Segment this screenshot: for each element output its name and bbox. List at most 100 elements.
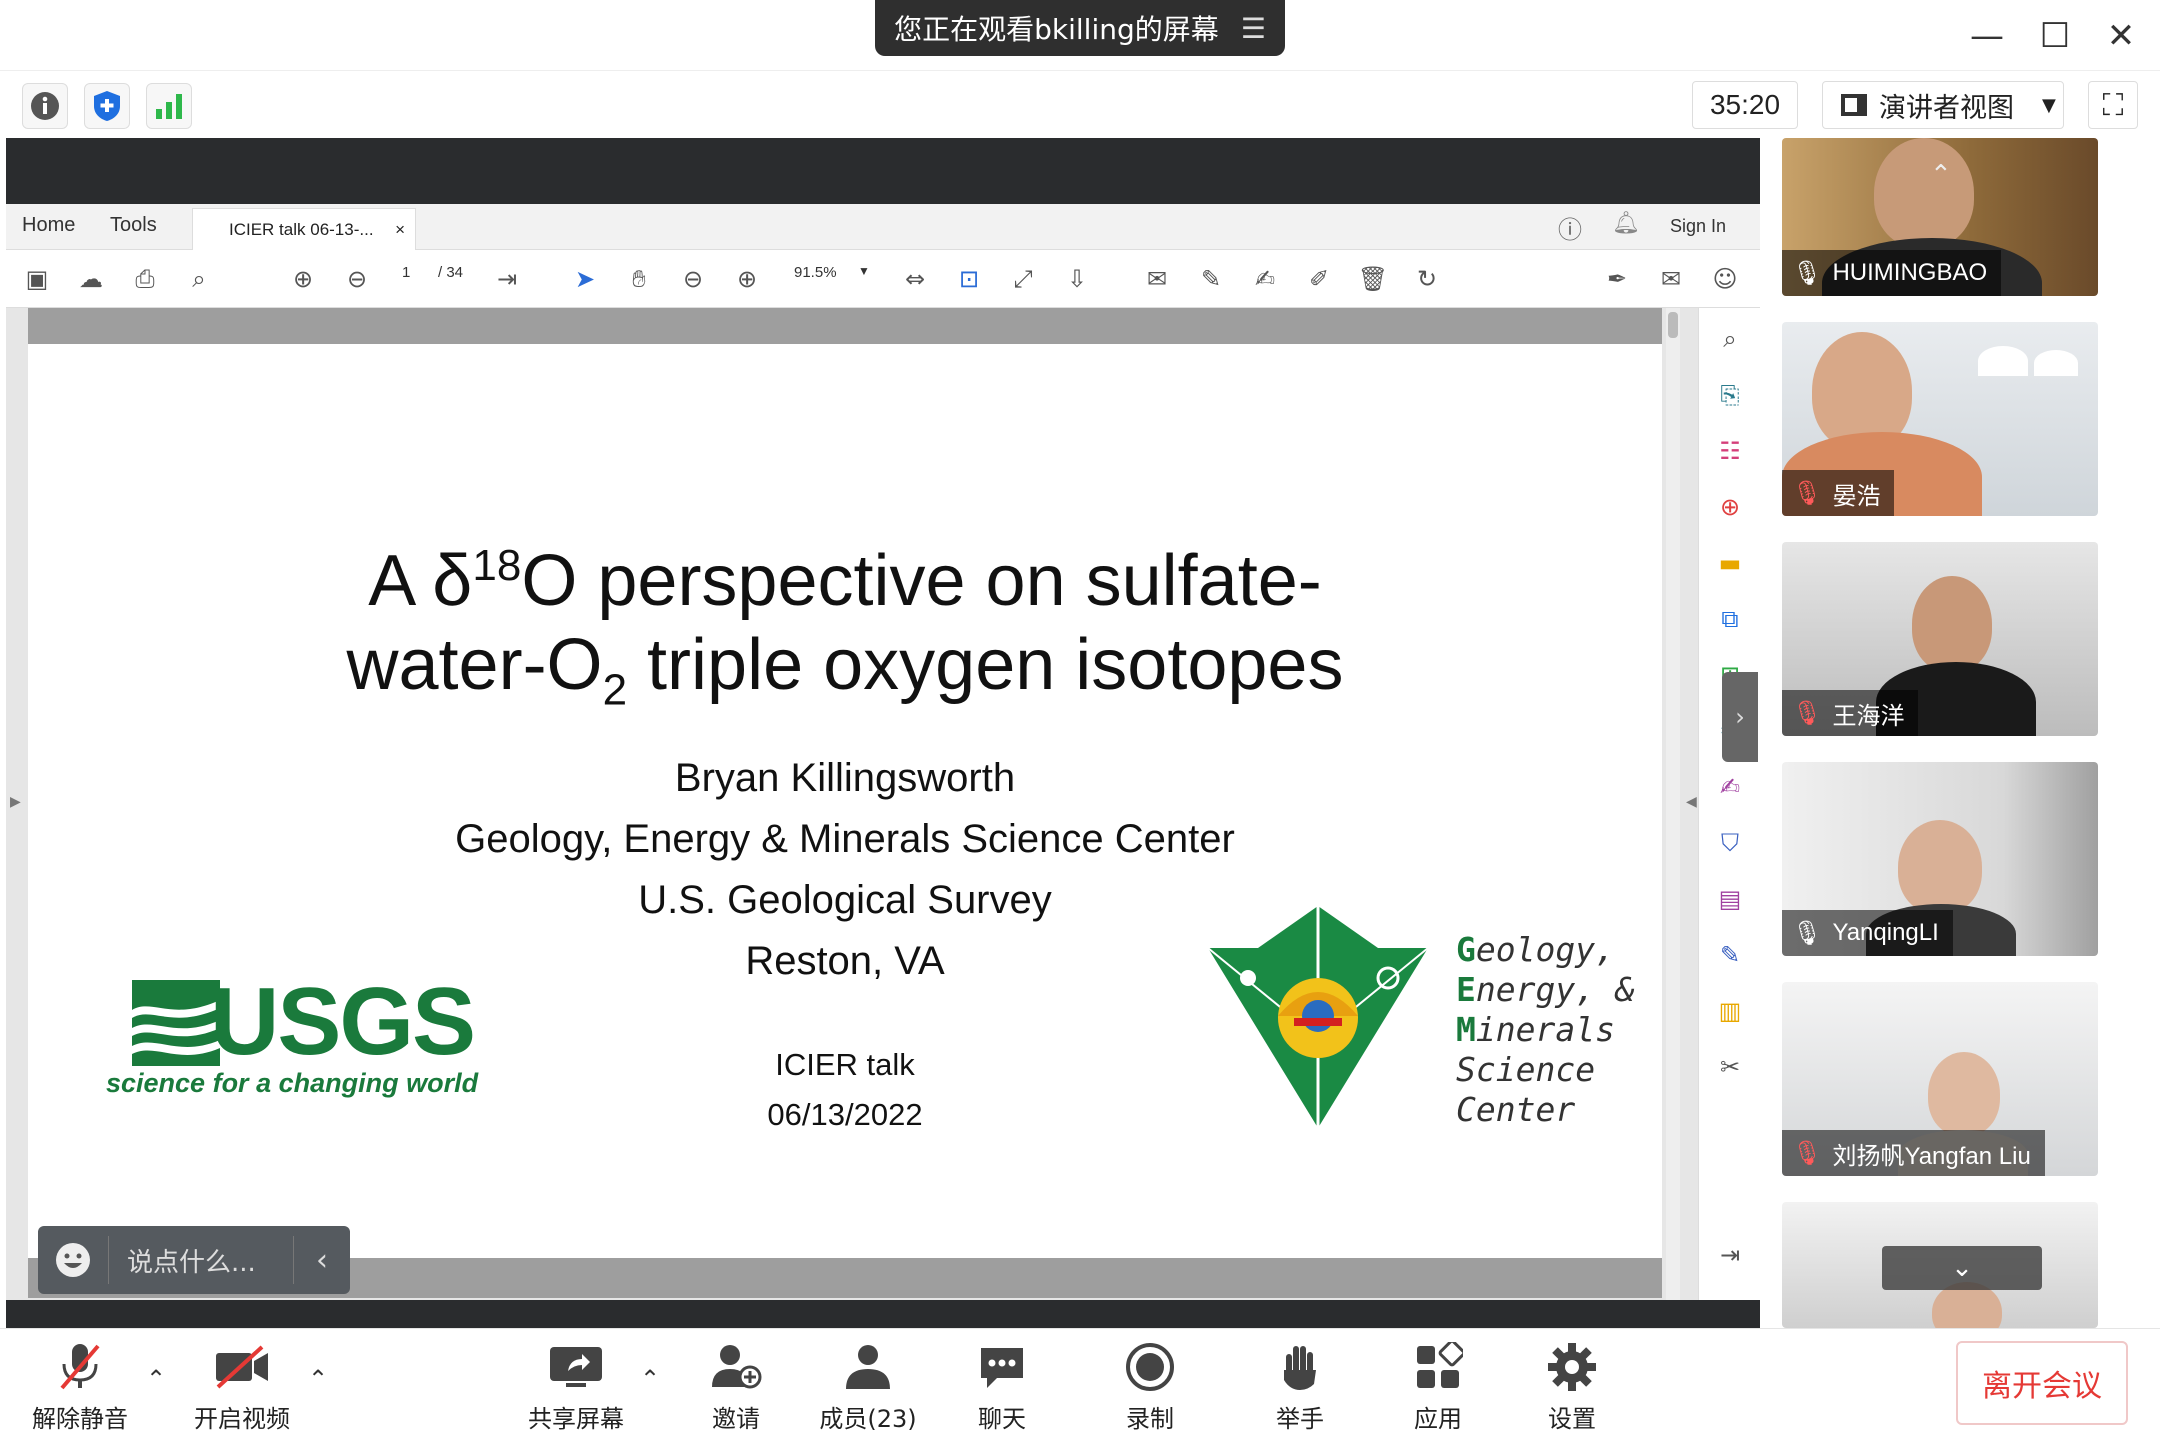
- collapse-panel-icon[interactable]: ⇥: [1713, 1238, 1747, 1272]
- zoom-dropdown-icon[interactable]: ▼: [858, 264, 870, 278]
- list-menu-icon[interactable]: ☰: [1241, 12, 1266, 45]
- participant-tile[interactable]: 🎙︎ 晏浩: [1782, 322, 2098, 516]
- help-icon[interactable]: ⓘ: [1558, 210, 1582, 245]
- ceiling-lamp: [1978, 346, 2028, 376]
- protect-icon[interactable]: ⛉: [1713, 826, 1747, 860]
- scrollbar-thumb[interactable]: [1668, 312, 1678, 338]
- previous-page-edge: [28, 308, 1662, 344]
- combine-files-icon[interactable]: ⧉: [1713, 602, 1747, 636]
- page-down-icon[interactable]: ⊖: [342, 264, 372, 294]
- tab-document[interactable]: ICIER talk 06-13-... ×: [192, 208, 416, 250]
- delete-icon[interactable]: 🗑︎: [1358, 264, 1388, 294]
- comment-tool-icon[interactable]: ▬: [1713, 546, 1747, 580]
- fit-width-icon[interactable]: ⇔: [900, 264, 930, 294]
- zoom-out-icon[interactable]: ⊖: [678, 264, 708, 294]
- usgs-wordmark: USGS: [210, 968, 476, 1075]
- chevron-up-icon[interactable]: ⌃: [1930, 160, 1952, 190]
- chat-input[interactable]: 说点什么...: [108, 1236, 294, 1284]
- notification-bell-icon[interactable]: 🔔︎: [1612, 210, 1640, 236]
- start-video-button[interactable]: 开启视频: [182, 1337, 302, 1437]
- marquee-zoom-icon[interactable]: ⊡: [954, 264, 984, 294]
- raise-hand-button[interactable]: 举手: [1240, 1337, 1360, 1437]
- export-pdf-icon[interactable]: ⎘: [1713, 378, 1747, 412]
- left-panel-arrow-icon[interactable]: ▶: [10, 794, 21, 810]
- share-options-chevron-icon[interactable]: ⌃: [640, 1365, 660, 1393]
- participant-tile[interactable]: 🎙︎ 刘扬帆Yangfan Liu: [1782, 982, 2098, 1176]
- close-tab-icon[interactable]: ×: [395, 220, 405, 240]
- share-screen-button[interactable]: 共享屏幕: [516, 1337, 636, 1437]
- page-number-input[interactable]: 1: [402, 264, 410, 281]
- vertical-scrollbar[interactable]: [1666, 308, 1680, 1300]
- zoom-search-icon[interactable]: ⌕: [184, 264, 214, 294]
- participant-tile[interactable]: ⌃ 🎙︎ HUIMINGBAO: [1782, 138, 2098, 296]
- hand-tool-icon[interactable]: ✋︎: [624, 264, 654, 294]
- share-screen-icon: [548, 1337, 604, 1397]
- rotate-icon[interactable]: ↻: [1412, 264, 1442, 294]
- select-cursor-icon[interactable]: ➤: [570, 264, 600, 294]
- fill-sign-icon[interactable]: ✍: [1713, 770, 1747, 804]
- tab-tools[interactable]: Tools: [110, 214, 157, 237]
- shield-plus-icon[interactable]: [84, 83, 130, 129]
- zoom-in-icon[interactable]: ⊕: [732, 264, 762, 294]
- unmute-label: 解除静音: [32, 1405, 128, 1433]
- send-review-icon[interactable]: ▥: [1713, 994, 1747, 1028]
- stamp-icon[interactable]: ✐: [1304, 264, 1334, 294]
- fit-page-icon[interactable]: ⇥: [492, 264, 522, 294]
- chevron-down-icon: ⌄: [1951, 1253, 1973, 1283]
- scroll-down-button[interactable]: ⌄: [1882, 1246, 2042, 1290]
- draw-icon[interactable]: ✍: [1250, 264, 1280, 294]
- zoom-tool-icon[interactable]: ⌕: [1713, 322, 1747, 356]
- page-up-icon[interactable]: ⊕: [288, 264, 318, 294]
- save-icon[interactable]: ▣: [22, 264, 52, 294]
- minimize-icon[interactable]: —: [1962, 14, 2012, 58]
- full-screen-mode-icon[interactable]: ⤢: [1008, 264, 1038, 294]
- more-tools-icon[interactable]: ✂: [1713, 1050, 1747, 1084]
- settings-button[interactable]: 设置: [1512, 1337, 1632, 1437]
- email-icon[interactable]: ✉: [1656, 264, 1686, 294]
- share-notice[interactable]: 您正在观看bkilling的屏幕 ☰: [875, 0, 1285, 56]
- share-people-icon[interactable]: ☺: [1710, 264, 1740, 294]
- signal-bars-icon[interactable]: [146, 83, 192, 129]
- scroll-mode-icon[interactable]: ⇩: [1062, 264, 1092, 294]
- unmute-button[interactable]: 解除静音: [20, 1337, 140, 1437]
- apps-button[interactable]: 应用: [1378, 1337, 1498, 1437]
- tab-home[interactable]: Home: [22, 214, 75, 237]
- participant-tile[interactable]: ⌄: [1782, 1202, 2098, 1328]
- organize-pages-icon[interactable]: ☷: [1713, 434, 1747, 468]
- link-sign-icon[interactable]: ✒: [1602, 264, 1632, 294]
- record-icon: [1125, 1337, 1175, 1397]
- audio-options-chevron-icon[interactable]: ⌃: [146, 1365, 166, 1393]
- document-viewport[interactable]: A δ18O perspective on sulfate- water-O2 …: [6, 308, 1698, 1300]
- close-icon[interactable]: ✕: [2096, 14, 2146, 58]
- fullscreen-icon[interactable]: ⛶: [2088, 81, 2138, 129]
- video-options-chevron-icon[interactable]: ⌃: [308, 1365, 328, 1393]
- invite-button[interactable]: 邀请: [676, 1337, 796, 1437]
- info-icon[interactable]: [22, 83, 68, 129]
- prepare-form-icon[interactable]: ▤: [1713, 882, 1747, 916]
- panel-toggle-arrow-icon[interactable]: ›: [1722, 672, 1758, 762]
- participant-tile[interactable]: 🎙︎ YanqingLI: [1782, 762, 2098, 956]
- request-signature-icon[interactable]: ✎: [1713, 938, 1747, 972]
- leave-meeting-button[interactable]: 离开会议: [1956, 1341, 2128, 1425]
- gemsc-text: inerals: [1475, 1010, 1615, 1049]
- create-pdf-icon[interactable]: ⊕: [1713, 490, 1747, 524]
- view-mode-dropdown[interactable]: 演讲者视图 ▼: [1822, 81, 2064, 129]
- print-icon[interactable]: ⎙: [130, 264, 160, 294]
- title-superscript: 18: [472, 541, 522, 590]
- sign-in-link[interactable]: Sign In: [1670, 216, 1726, 237]
- right-panel-arrow-icon[interactable]: ◀: [1686, 794, 1697, 810]
- maximize-icon[interactable]: ☐: [2030, 14, 2080, 58]
- members-button[interactable]: 成员(23): [808, 1337, 928, 1437]
- comment-icon[interactable]: ✉: [1142, 264, 1172, 294]
- record-button[interactable]: 录制: [1090, 1337, 1210, 1437]
- chevron-left-icon[interactable]: ‹: [294, 1243, 350, 1278]
- zoom-level[interactable]: 91.5%: [794, 264, 837, 281]
- pdf-reader-window: Home Tools ICIER talk 06-13-... × ⓘ 🔔︎ S…: [6, 204, 1760, 1300]
- participant-tile[interactable]: 🎙︎ 王海洋: [1782, 542, 2098, 736]
- cloud-upload-icon[interactable]: ☁: [76, 264, 106, 294]
- chat-button[interactable]: 聊天: [942, 1337, 1062, 1437]
- chat-label: 聊天: [978, 1405, 1026, 1433]
- chat-input-bar[interactable]: 说点什么... ‹: [38, 1226, 350, 1294]
- smiley-icon[interactable]: [38, 1241, 108, 1279]
- highlight-icon[interactable]: ✎: [1196, 264, 1226, 294]
